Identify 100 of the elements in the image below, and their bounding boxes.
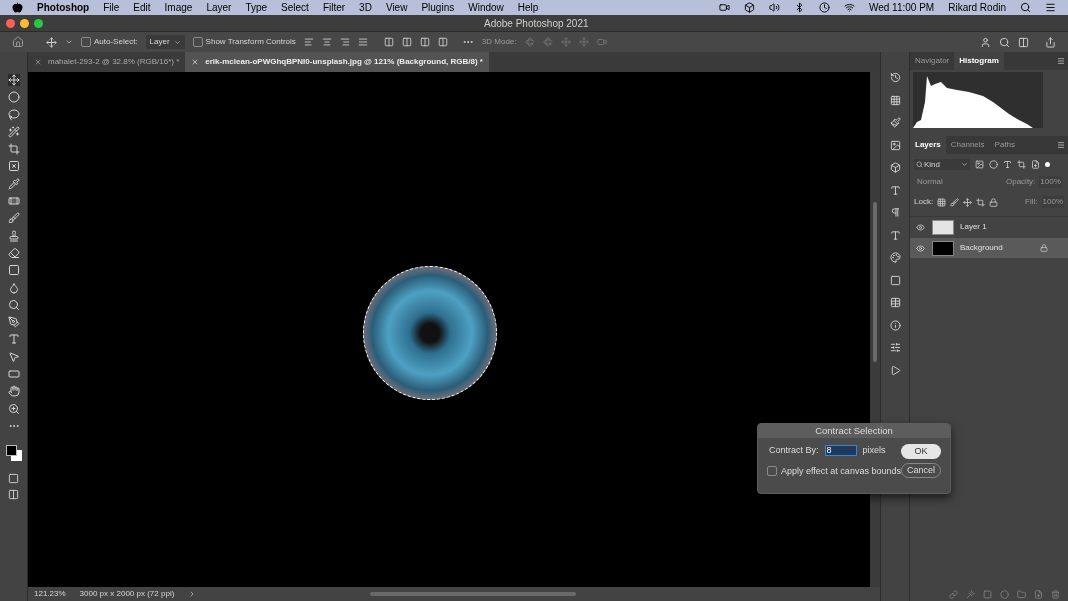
lasso-icon[interactable]	[7, 108, 20, 121]
type-filter-icon[interactable]	[1003, 160, 1012, 169]
fill-field[interactable]: 100%	[1041, 196, 1064, 208]
foreground-swatch[interactable]	[5, 445, 17, 457]
pen-icon[interactable]	[7, 316, 20, 329]
blend-mode-dropdown[interactable]: Normal	[914, 176, 1002, 188]
eyedropper-icon[interactable]	[7, 177, 20, 190]
image-filter-icon[interactable]	[975, 160, 984, 169]
grid-icon[interactable]	[889, 94, 901, 106]
layer-dropdown[interactable]: Layer	[145, 35, 185, 49]
crop-icon[interactable]	[7, 143, 20, 156]
filter-toggle[interactable]	[1045, 162, 1050, 167]
lock-brush-icon[interactable]	[950, 197, 960, 207]
type-icon[interactable]	[7, 333, 20, 346]
panel-tab[interactable]: Layers	[910, 136, 946, 154]
list-icon[interactable]	[1045, 2, 1056, 13]
kind-filter[interactable]: Kind	[914, 159, 970, 170]
palette-icon[interactable]	[889, 252, 901, 263]
menu-item[interactable]: Plugins	[421, 0, 455, 15]
menu-icon[interactable]	[1057, 141, 1065, 149]
stamp-icon[interactable]	[7, 229, 20, 242]
volume-icon[interactable]	[768, 2, 780, 13]
layer-row[interactable]: Background	[910, 238, 1068, 258]
menu-item[interactable]: Filter	[322, 0, 346, 15]
hand-icon[interactable]	[7, 385, 20, 398]
drop-icon[interactable]	[7, 281, 20, 294]
layer-name: Background	[960, 242, 1003, 254]
menu-item[interactable]: Type	[245, 0, 268, 15]
clock-icon[interactable]	[818, 2, 830, 13]
align-icon[interactable]	[339, 37, 350, 47]
search-icon[interactable]	[1020, 2, 1031, 13]
close-icon[interactable]	[191, 58, 200, 66]
menu-item[interactable]: Layer	[206, 0, 232, 15]
bandage-icon[interactable]	[7, 195, 20, 208]
close-button[interactable]	[6, 18, 15, 28]
home-icon[interactable]	[12, 36, 24, 48]
checkbox-label: Show Transform Controls	[205, 36, 296, 48]
opacity-field[interactable]: 100%	[1039, 176, 1062, 188]
close-icon[interactable]	[34, 58, 42, 66]
paragraph-icon[interactable]	[889, 207, 901, 218]
move-icon[interactable]	[7, 74, 20, 86]
menu-item[interactable]: File	[103, 0, 120, 15]
menu-item[interactable]: Edit	[133, 0, 151, 15]
camera-icon[interactable]	[718, 2, 730, 13]
lock-position-icon[interactable]	[963, 197, 973, 207]
panel-tab[interactable]: Channels	[945, 136, 990, 154]
lock-pixels-icon[interactable]	[937, 197, 947, 207]
panel-tab[interactable]: Paths	[989, 136, 1021, 154]
brush-settings-icon[interactable]	[889, 117, 901, 128]
move-icon[interactable]	[46, 36, 57, 48]
chevron-icon[interactable]	[65, 38, 73, 46]
menu-item[interactable]: Help	[517, 0, 539, 15]
document-tab[interactable]: erik-mclean-oPWGhqBPNI0-unsplash.jpg @ 121% (Background, RGB/8) *	[185, 52, 489, 72]
user-name[interactable]: Rikard Rodin	[948, 0, 1006, 15]
cancel-button[interactable]: Cancel	[900, 463, 941, 478]
checkbox[interactable]	[192, 37, 203, 47]
wand-icon[interactable]	[7, 125, 20, 138]
menu-item[interactable]: Select	[281, 0, 309, 15]
eraser-icon[interactable]	[7, 246, 20, 259]
menu-item[interactable]: View	[385, 0, 408, 15]
window-title: Adobe Photoshop 2021	[484, 16, 589, 31]
panel-tab[interactable]: Navigator	[910, 52, 955, 70]
ellipse-marquee-icon[interactable]	[7, 91, 20, 104]
menu-item[interactable]: Image	[164, 0, 193, 15]
zoom-icon[interactable]	[7, 402, 20, 415]
table-icon[interactable]	[889, 297, 901, 308]
adjustments-icon[interactable]	[889, 342, 901, 353]
search-icon[interactable]	[999, 36, 1010, 48]
play-icon[interactable]	[889, 364, 901, 376]
ok-button[interactable]: OK	[900, 444, 941, 459]
zoom-button[interactable]	[34, 18, 43, 28]
panel-tab[interactable]: Histogram	[954, 52, 1004, 70]
wifi-icon[interactable]	[843, 2, 855, 13]
minimize-button[interactable]	[20, 18, 29, 28]
eye-icon[interactable]	[916, 243, 925, 253]
share-icon[interactable]	[1045, 36, 1056, 48]
eye-icon[interactable]	[916, 222, 925, 232]
apple-icon[interactable]	[12, 2, 23, 13]
menu-item[interactable]: Window	[468, 0, 504, 15]
rectangle-icon[interactable]	[7, 368, 20, 381]
app-menu[interactable]: Photoshop	[37, 0, 90, 15]
align-icon[interactable]	[357, 37, 368, 47]
checkbox[interactable]	[81, 37, 91, 47]
history-icon[interactable]	[889, 72, 901, 83]
menu-icon[interactable]	[1057, 57, 1065, 65]
background-swatch[interactable]	[10, 450, 22, 462]
user-icon[interactable]	[980, 36, 991, 48]
align-icon[interactable]	[303, 37, 314, 47]
dialog-title: Contract Selection	[758, 424, 950, 438]
menu-item[interactable]: 3D	[359, 0, 372, 15]
pointer-icon[interactable]	[7, 350, 20, 363]
contract-input[interactable]: 8	[824, 445, 857, 457]
brush-icon[interactable]	[7, 212, 20, 225]
checkbox[interactable]	[767, 466, 777, 477]
align-icon[interactable]	[321, 37, 332, 47]
opacity-label: Opacity:	[1006, 176, 1036, 188]
menu-clock[interactable]: Wed 11:00 PM	[868, 0, 935, 15]
box-icon[interactable]	[743, 2, 755, 13]
lock-icon[interactable]	[989, 197, 999, 207]
info-icon[interactable]	[889, 319, 901, 331]
